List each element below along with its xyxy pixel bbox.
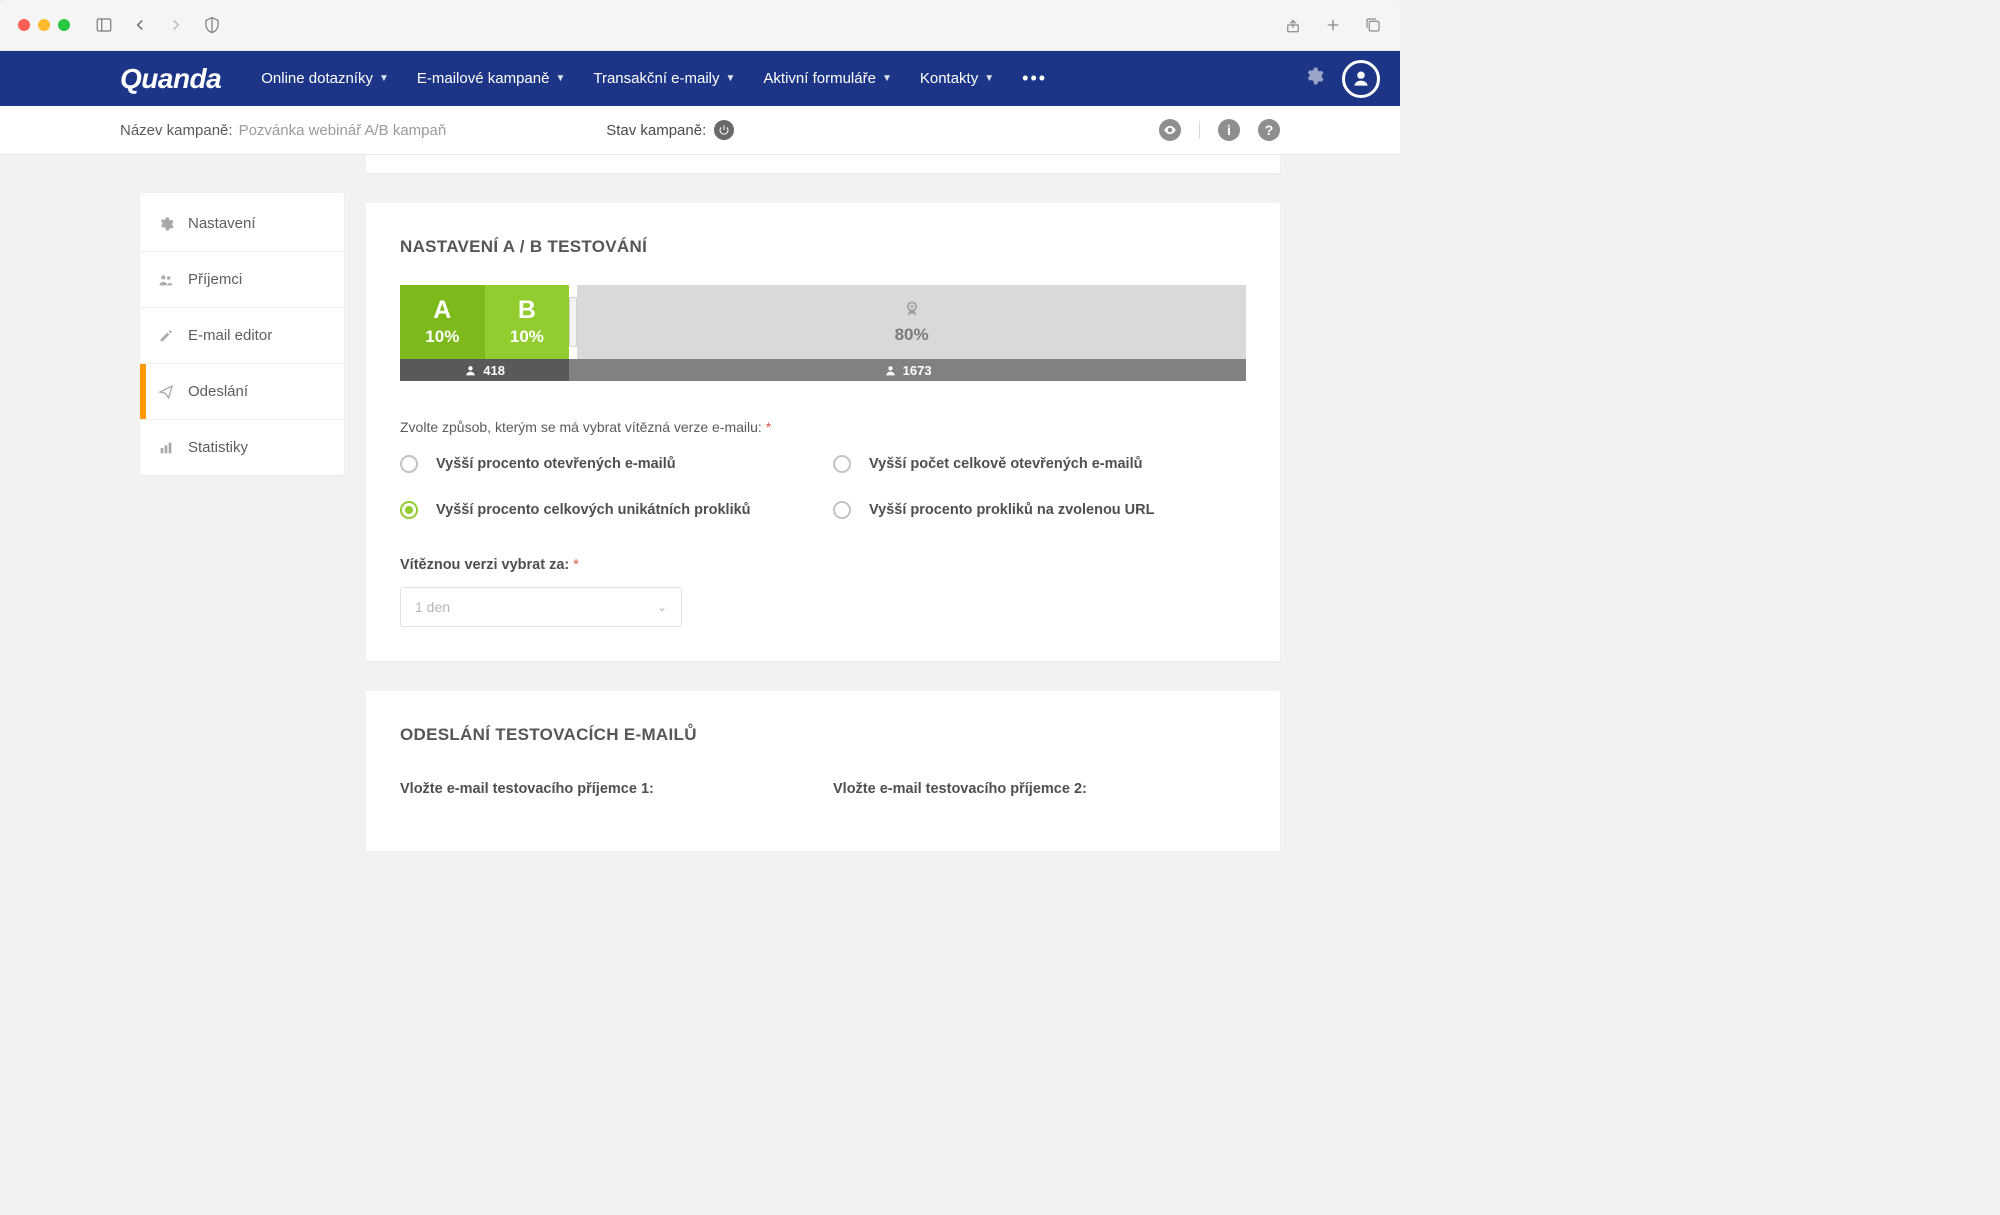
nav-transakcni-emaily[interactable]: Transakční e-maily▼ [593,70,735,87]
nav-emailove-kampane[interactable]: E-mailové kampaně▼ [417,70,565,87]
segment-b-label: B [518,298,536,323]
test-recipient-2-label: Vložte e-mail testovacího příjemce 2: [833,781,1246,797]
browser-chrome [0,0,1400,51]
radio-icon [833,455,851,473]
radio-icon [400,455,418,473]
radio-open-percent[interactable]: Vyšší procento otevřených e-mailů [400,455,813,473]
shield-icon[interactable] [203,16,221,34]
card-title: NASTAVENÍ A / B TESTOVÁNÍ [400,237,1246,257]
count-segment-ab: 418 [400,359,569,381]
split-drag-handle[interactable] [569,297,577,347]
sidebar-item-label: Odeslání [188,383,248,400]
divider [1199,121,1200,139]
nav-kontakty[interactable]: Kontakty▼ [920,70,994,87]
radio-icon [400,501,418,519]
help-icon[interactable]: ? [1258,119,1280,141]
browser-window: Quanda Online dotazníky▼ E-mailové kampa… [0,0,1400,851]
user-icon [884,364,897,377]
sidebar-item-label: E-mail editor [188,327,272,344]
radio-open-count[interactable]: Vyšší počet celkově otevřených e-mailů [833,455,1246,473]
radio-icon [833,501,851,519]
winner-delay-select[interactable]: 1 den ⌄ [400,587,682,627]
campaign-status-label: Stav kampaně: [606,122,706,139]
count-winner-value: 1673 [903,363,932,378]
sidebar-item-label: Statistiky [188,439,248,456]
campaign-label: Název kampaně: [120,122,233,139]
sidebar-item-statistiky[interactable]: Statistiky [140,420,344,475]
radio-label: Vyšší procento celkových unikátních prok… [436,502,751,518]
app-header: Quanda Online dotazníky▼ E-mailové kampa… [0,51,1400,106]
ab-segment-winner: 80% [577,285,1246,359]
ab-segment-a: A 10% [400,285,485,359]
segment-winner-percent: 80% [895,325,929,345]
forward-icon[interactable] [167,16,185,34]
previous-card-edge [366,155,1280,173]
sidebar-item-label: Příjemci [188,271,242,288]
users-icon [158,272,174,288]
segment-a-label: A [433,298,451,323]
maximize-window-icon[interactable] [58,19,70,31]
ab-segment-b: B 10% [485,285,570,359]
sidebar-item-label: Nastavení [188,215,256,232]
share-icon[interactable] [1284,16,1302,34]
winner-method-prompt: Zvolte způsob, kterým se má vybrat vítěz… [400,419,1246,435]
sidebar-item-odeslani[interactable]: Odeslání [140,364,344,420]
info-icon[interactable]: i [1218,119,1240,141]
new-tab-icon[interactable] [1324,16,1342,34]
sub-header: Název kampaně: Pozvánka webinář A/B kamp… [0,106,1400,155]
count-segment-winner: 1673 [569,359,1246,381]
back-icon[interactable] [131,16,149,34]
caret-down-icon: ▼ [984,73,994,84]
campaign-name: Pozvánka webinář A/B kampaň [239,122,447,139]
test-emails-card: ODESLÁNÍ TESTOVACÍCH E-MAILŮ Vložte e-ma… [366,691,1280,851]
radio-url-clicks[interactable]: Vyšší procento prokliků na zvolenou URL [833,501,1246,519]
winner-delay-label: Vítěznou verzi vybrat za: * [400,557,1246,573]
caret-down-icon: ▼ [726,73,736,84]
caret-down-icon: ▼ [555,73,565,84]
traffic-lights [18,19,70,31]
ab-split-bar: A 10% B 10% 80% [400,285,1246,359]
radio-label: Vyšší procento otevřených e-mailů [436,456,676,472]
power-icon[interactable] [714,120,734,140]
nav-online-dotazniky[interactable]: Online dotazníky▼ [261,70,389,87]
settings-icon[interactable] [1304,66,1324,91]
award-icon [902,299,922,319]
sidebar-toggle-icon[interactable] [95,16,113,34]
winner-method-radios: Vyšší procento otevřených e-mailů Vyšší … [400,455,1246,519]
gear-icon [158,216,174,232]
preview-icon[interactable] [1159,119,1181,141]
nav-more-icon[interactable]: ••• [1022,68,1047,89]
segment-b-percent: 10% [510,327,544,347]
close-window-icon[interactable] [18,19,30,31]
recipient-count-bar: 418 1673 [400,359,1246,381]
tabs-icon[interactable] [1364,16,1382,34]
segment-a-percent: 10% [425,327,459,347]
radio-label: Vyšší procento prokliků na zvolenou URL [869,502,1154,518]
sidebar: Nastavení Příjemci E-mail editor Odeslán… [140,193,344,475]
logo[interactable]: Quanda [120,63,221,95]
avatar[interactable] [1342,60,1380,98]
radio-label: Vyšší počet celkově otevřených e-mailů [869,456,1142,472]
edit-icon [158,328,174,344]
test-recipient-1-label: Vložte e-mail testovacího příjemce 1: [400,781,813,797]
stats-icon [158,440,174,456]
sidebar-item-prijemci[interactable]: Příjemci [140,252,344,308]
main-nav: Online dotazníky▼ E-mailové kampaně▼ Tra… [261,51,1047,106]
chevron-down-icon: ⌄ [657,600,667,614]
caret-down-icon: ▼ [882,73,892,84]
count-ab-value: 418 [483,363,505,378]
page-body: Nastavení Příjemci E-mail editor Odeslán… [0,155,1400,851]
minimize-window-icon[interactable] [38,19,50,31]
sidebar-item-email-editor[interactable]: E-mail editor [140,308,344,364]
user-icon [464,364,477,377]
select-value: 1 den [415,599,450,615]
caret-down-icon: ▼ [379,73,389,84]
ab-settings-card: NASTAVENÍ A / B TESTOVÁNÍ A 10% B 10% 80… [366,203,1280,661]
card-title: ODESLÁNÍ TESTOVACÍCH E-MAILŮ [400,725,1246,745]
nav-aktivni-formulare[interactable]: Aktivní formuláře▼ [763,70,891,87]
send-icon [158,384,174,400]
sidebar-item-nastaveni[interactable]: Nastavení [140,193,344,252]
radio-unique-clicks[interactable]: Vyšší procento celkových unikátních prok… [400,501,813,519]
